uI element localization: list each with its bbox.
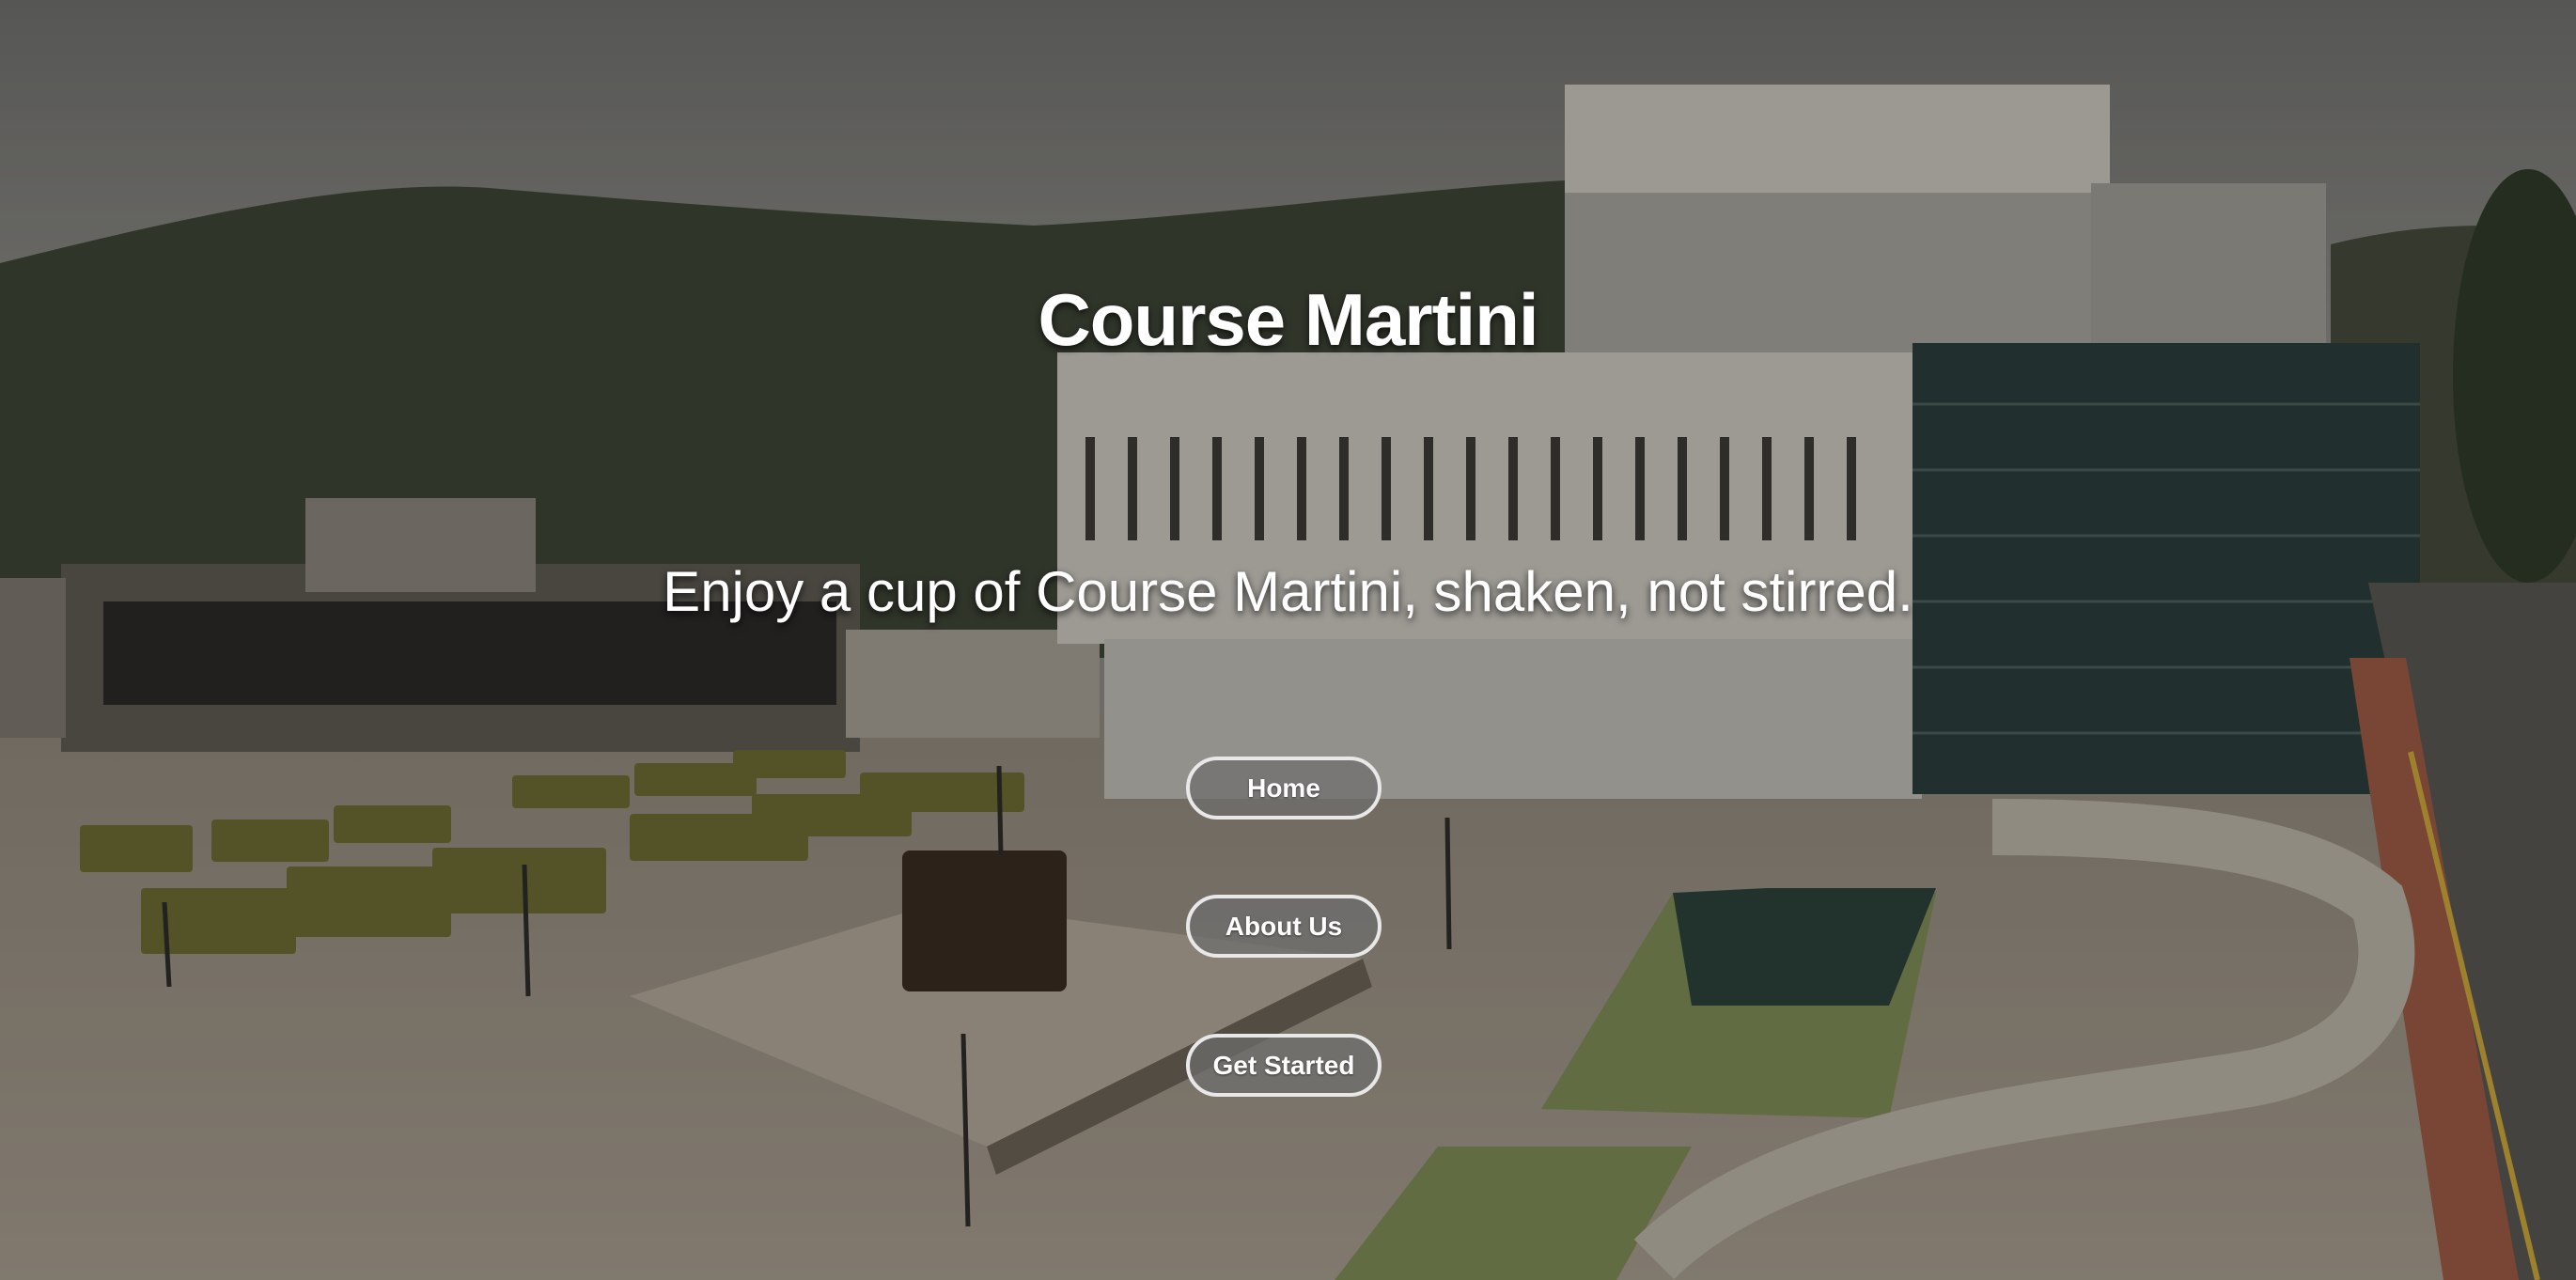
- get-started-button[interactable]: Get Started: [1186, 1034, 1382, 1097]
- home-button[interactable]: Home: [1186, 757, 1382, 820]
- hero-section: Course Martini Enjoy a cup of Course Mar…: [0, 0, 2576, 1280]
- about-us-button[interactable]: About Us: [1186, 895, 1382, 958]
- page-title: Course Martini: [1038, 278, 1538, 361]
- tagline: Enjoy a cup of Course Martini, shaken, n…: [663, 560, 1913, 623]
